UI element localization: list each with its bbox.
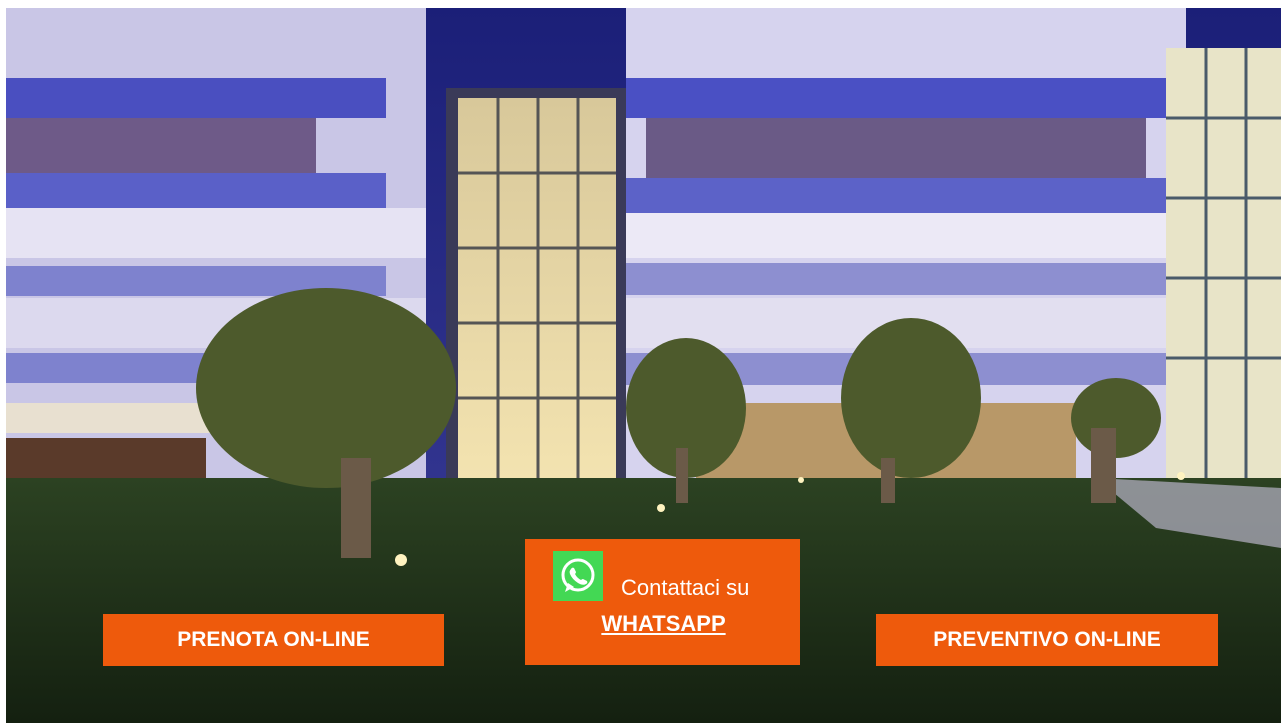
whatsapp-contact-button[interactable]: Contattaci su WHATSAPP	[525, 539, 800, 665]
prenota-online-button[interactable]: PRENOTA ON-LINE	[103, 614, 444, 666]
whatsapp-intro-text: Contattaci su	[621, 575, 750, 600]
whatsapp-icon	[553, 551, 603, 601]
whatsapp-link[interactable]: WHATSAPP	[527, 611, 800, 637]
prenota-online-label: PRENOTA ON-LINE	[177, 628, 370, 651]
preventivo-online-button[interactable]: PREVENTIVO ON-LINE	[876, 614, 1218, 666]
whatsapp-header: Contattaci su	[525, 539, 800, 601]
preventivo-online-label: PREVENTIVO ON-LINE	[933, 628, 1161, 651]
